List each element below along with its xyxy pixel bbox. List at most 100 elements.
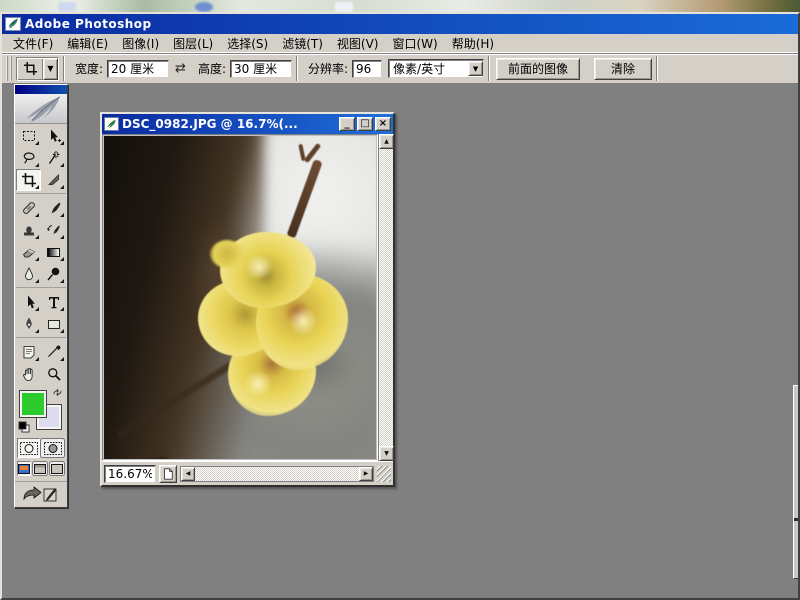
minimize-button[interactable]: _ [339, 117, 355, 131]
quick-mask-mode-button[interactable] [40, 438, 65, 458]
tool-hand[interactable] [16, 363, 41, 385]
tool-marquee[interactable] [16, 125, 41, 147]
scroll-right-button[interactable]: ▶ [359, 467, 373, 481]
tool-lasso[interactable] [16, 147, 41, 169]
tool-zoom[interactable] [41, 363, 66, 385]
imageready-icon [22, 486, 60, 504]
photo-flower-bud [210, 240, 244, 268]
tool-dodge[interactable] [41, 263, 66, 285]
tool-crop[interactable] [16, 169, 41, 191]
pen-icon [21, 316, 37, 332]
menu-help[interactable]: 帮助(H) [445, 34, 501, 53]
hand-icon [21, 366, 37, 382]
tool-brush[interactable] [41, 197, 66, 219]
type-icon [46, 294, 62, 310]
tool-blur[interactable] [16, 263, 41, 285]
crop-width-input[interactable] [107, 60, 169, 78]
tool-notes[interactable] [16, 341, 41, 363]
tool-eyedropper[interactable] [41, 341, 66, 363]
photo-wintersweet-flowers [104, 136, 376, 459]
jump-to-imageready-button[interactable] [18, 484, 64, 506]
tool-slice[interactable] [41, 169, 66, 191]
resolution-label: 分辨率: [308, 60, 348, 77]
menu-image[interactable]: 图像(I) [115, 34, 166, 53]
crop-height-input[interactable] [230, 60, 292, 78]
menu-filter[interactable]: 滤镜(T) [275, 34, 330, 53]
zoom-level-input[interactable] [104, 465, 156, 483]
canvas-area[interactable] [102, 134, 378, 461]
healing-brush-icon [21, 200, 37, 216]
magic-wand-icon [46, 150, 62, 166]
imageready-row [15, 481, 67, 507]
horizontal-scrollbar[interactable]: ◀ ▶ [180, 466, 374, 482]
close-button[interactable]: × [375, 117, 391, 131]
toolbox-titlebar[interactable] [15, 85, 67, 94]
app-titlebar[interactable]: Adobe Photoshop [2, 14, 798, 34]
front-image-button[interactable]: 前面的图像 [496, 58, 580, 80]
toolbox-palette [14, 84, 68, 508]
photoshop-feather-logo[interactable] [15, 94, 67, 124]
tool-healing-brush[interactable] [16, 197, 41, 219]
tool-rectangle-shape[interactable] [41, 313, 66, 335]
menu-layer[interactable]: 图层(L) [166, 34, 220, 53]
tool-type[interactable] [41, 291, 66, 313]
fullscreen-mode-button[interactable] [49, 461, 65, 476]
standard-mode-icon [19, 441, 39, 456]
menu-window[interactable]: 窗口(W) [385, 34, 444, 53]
tool-grid [15, 124, 67, 386]
vertical-scrollbar[interactable]: ▲ ▼ [378, 134, 393, 461]
tool-history-brush[interactable] [41, 219, 66, 241]
screen-mode-buttons [15, 460, 67, 478]
scroll-down-button[interactable]: ▼ [379, 446, 394, 461]
tool-pen[interactable] [16, 313, 41, 335]
swap-colors-icon[interactable] [52, 388, 63, 400]
fullscreen-menubar-icon [34, 464, 46, 474]
clear-button[interactable]: 清除 [594, 58, 652, 80]
scroll-left-button[interactable]: ◀ [181, 467, 195, 481]
tool-preset-dropdown-arrow[interactable]: ▼ [43, 58, 58, 80]
file-info-button[interactable] [159, 465, 177, 483]
default-colors-icon[interactable] [18, 421, 30, 433]
lasso-icon [21, 150, 37, 166]
document-title: DSC_0982.JPG @ 16.7%(... [122, 117, 337, 131]
scroll-up-button[interactable]: ▲ [379, 134, 394, 149]
palette-edge-notch [794, 518, 798, 521]
zoom-icon [46, 366, 62, 382]
notes-icon [21, 344, 37, 360]
standard-screen-icon [18, 464, 30, 474]
tool-magic-wand[interactable] [41, 147, 66, 169]
tool-clone-stamp[interactable] [16, 219, 41, 241]
history-brush-icon [46, 222, 62, 238]
tool-preset-picker[interactable]: ▼ [16, 57, 59, 81]
maximize-button[interactable]: □ [357, 117, 373, 131]
tool-path-selection[interactable] [16, 291, 41, 313]
document-titlebar[interactable]: DSC_0982.JPG @ 16.7%(... _ □ × [102, 114, 393, 134]
palette-edge[interactable] [793, 385, 798, 579]
path-selection-icon [21, 294, 37, 310]
clone-stamp-icon [21, 222, 37, 238]
tool-move[interactable] [41, 125, 66, 147]
photo-petal-highlight [290, 306, 316, 336]
standard-screen-mode-button[interactable] [17, 461, 31, 476]
menu-view[interactable]: 视图(V) [330, 34, 386, 53]
tool-gradient[interactable] [41, 241, 66, 263]
menu-file[interactable]: 文件(F) [6, 34, 60, 53]
resize-grip[interactable] [377, 466, 391, 482]
tool-eraser[interactable] [16, 241, 41, 263]
crop-icon [21, 172, 37, 188]
menu-select[interactable]: 选择(S) [220, 34, 275, 53]
menu-edit[interactable]: 编辑(E) [60, 34, 115, 53]
resolution-unit-value: 像素/英寸 [393, 60, 445, 77]
unit-dropdown-arrow-icon[interactable]: ▼ [468, 61, 483, 76]
photoshop-app-icon [5, 17, 21, 31]
standard-mode-button[interactable] [17, 438, 40, 458]
swap-dimensions-icon[interactable]: ⇄ [175, 61, 186, 76]
resolution-unit-select[interactable]: 像素/英寸 ▼ [388, 59, 484, 78]
document-body: ▲ ▼ [102, 134, 393, 461]
fullscreen-menubar-mode-button[interactable] [32, 461, 48, 476]
quick-mask-icon [43, 441, 63, 456]
resolution-input[interactable] [352, 60, 382, 78]
foreground-color-swatch[interactable] [20, 391, 46, 417]
document-statusbar: ◀ ▶ [102, 461, 393, 485]
options-bar-gripper[interactable] [6, 56, 12, 81]
